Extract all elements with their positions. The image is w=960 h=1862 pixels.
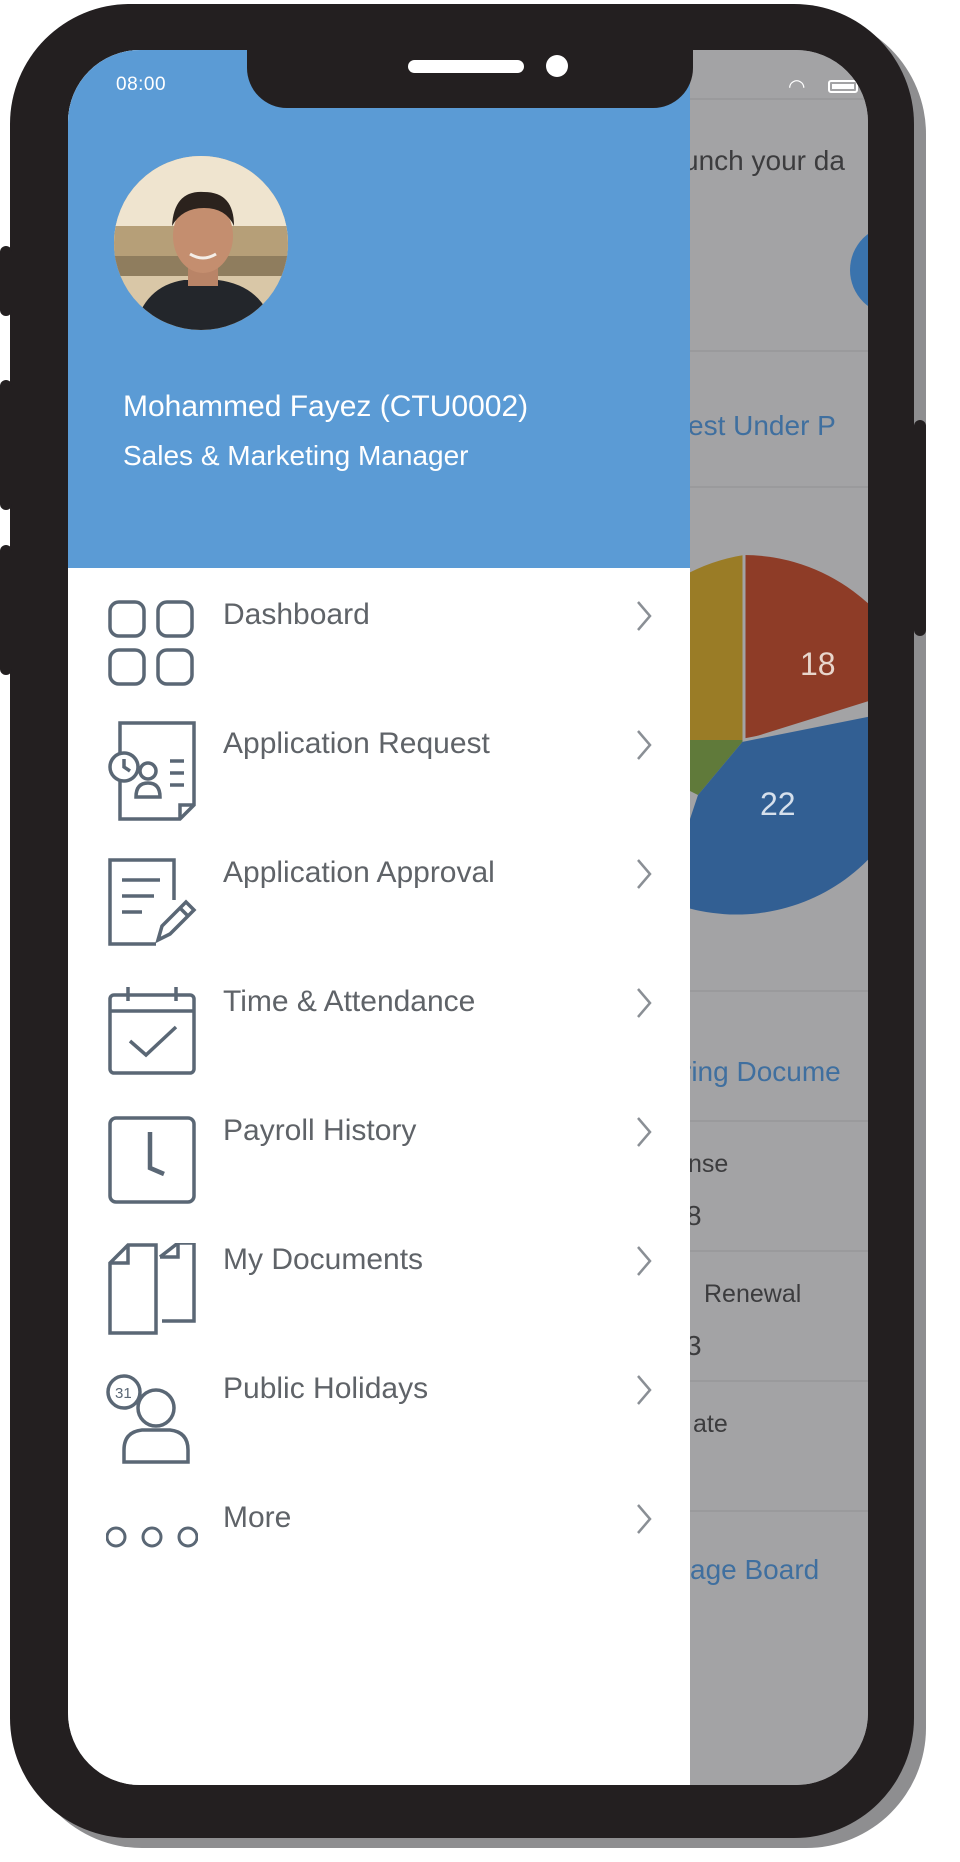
menu-label-more: More [223, 1501, 292, 1534]
menu-label-payroll-history: Payroll History [223, 1114, 417, 1147]
volume-down-button [0, 545, 12, 675]
chevron-right-icon [637, 1246, 652, 1276]
menu-item-time-attendance[interactable]: Time & Attendance [68, 977, 690, 1106]
documents-icon [108, 1243, 196, 1335]
menu-label-application-request: Application Request [223, 727, 490, 760]
chevron-right-icon [637, 859, 652, 889]
navigation-drawer: 08:00 Mohammed Fayez (CTU0002) Sales & M… [68, 50, 690, 1785]
chevron-right-icon [637, 601, 652, 631]
chevron-right-icon [637, 1504, 652, 1534]
clock-icon [108, 1116, 196, 1204]
menu-label-dashboard: Dashboard [223, 598, 370, 631]
wifi-icon: ◠ [788, 76, 806, 98]
menu-label-my-documents: My Documents [223, 1243, 424, 1276]
menu-item-application-approval[interactable]: Application Approval [68, 848, 690, 977]
phone-screen: ◠ unch your da est Under P 18 22 ring Do… [68, 50, 868, 1785]
battery-icon [828, 80, 858, 93]
background-documents-title: ring Docume [682, 1056, 841, 1087]
status-time: 08:00 [116, 74, 167, 95]
menu-item-more[interactable]: More [68, 1493, 690, 1622]
silent-switch [0, 246, 12, 316]
chevron-right-icon [637, 730, 652, 760]
calendar-check-icon [108, 987, 196, 1075]
chevron-right-icon [637, 988, 652, 1018]
menu-item-dashboard[interactable]: Dashboard [68, 590, 690, 719]
background-row-label-1: nse [688, 1150, 729, 1178]
menu-label-time-attendance: Time & Attendance [223, 985, 476, 1018]
background-board-title: age Board [690, 1554, 820, 1585]
more-dots-icon [106, 1526, 198, 1548]
background-pie-chart: 18 22 [668, 555, 868, 915]
drawer-menu: Dashboard Application Request Applicatio… [68, 590, 690, 1622]
application-request-icon [108, 721, 196, 821]
application-approval-icon [108, 858, 197, 946]
dashboard-grid-icon [108, 600, 194, 686]
pie-label-blue: 22 [760, 786, 796, 822]
menu-item-payroll-history[interactable]: Payroll History [68, 1106, 690, 1235]
background-row-label-2: Renewal [704, 1280, 802, 1308]
public-holidays-icon: 31 [106, 1374, 190, 1464]
menu-item-application-request[interactable]: Application Request [68, 719, 690, 848]
speaker-grille [408, 60, 524, 73]
menu-label-public-holidays: Public Holidays [223, 1372, 429, 1405]
drawer-header: 08:00 Mohammed Fayez (CTU0002) Sales & M… [68, 50, 690, 568]
pie-label-red: 18 [800, 646, 836, 682]
menu-item-my-documents[interactable]: My Documents [68, 1235, 690, 1364]
background-action-button [850, 225, 868, 315]
power-button [914, 420, 926, 636]
menu-label-application-approval: Application Approval [223, 856, 495, 889]
phone-notch [247, 50, 693, 108]
status-icons: ◠ [728, 74, 858, 98]
user-role: Sales & Marketing Manager [123, 440, 469, 471]
background-subtitle: unch your da [683, 145, 845, 176]
avatar-photo-icon [114, 156, 288, 330]
user-name: Mohammed Fayez (CTU0002) [123, 390, 529, 423]
chevron-right-icon [637, 1117, 652, 1147]
front-camera [546, 55, 568, 77]
avatar[interactable] [114, 156, 288, 330]
chevron-right-icon [637, 1375, 652, 1405]
background-row-label-3: ate [693, 1410, 728, 1438]
volume-up-button [0, 380, 12, 510]
svg-text:31: 31 [115, 1385, 132, 1402]
background-section-title: est Under P [688, 410, 836, 441]
menu-item-public-holidays[interactable]: 31 Public Holidays [68, 1364, 690, 1493]
